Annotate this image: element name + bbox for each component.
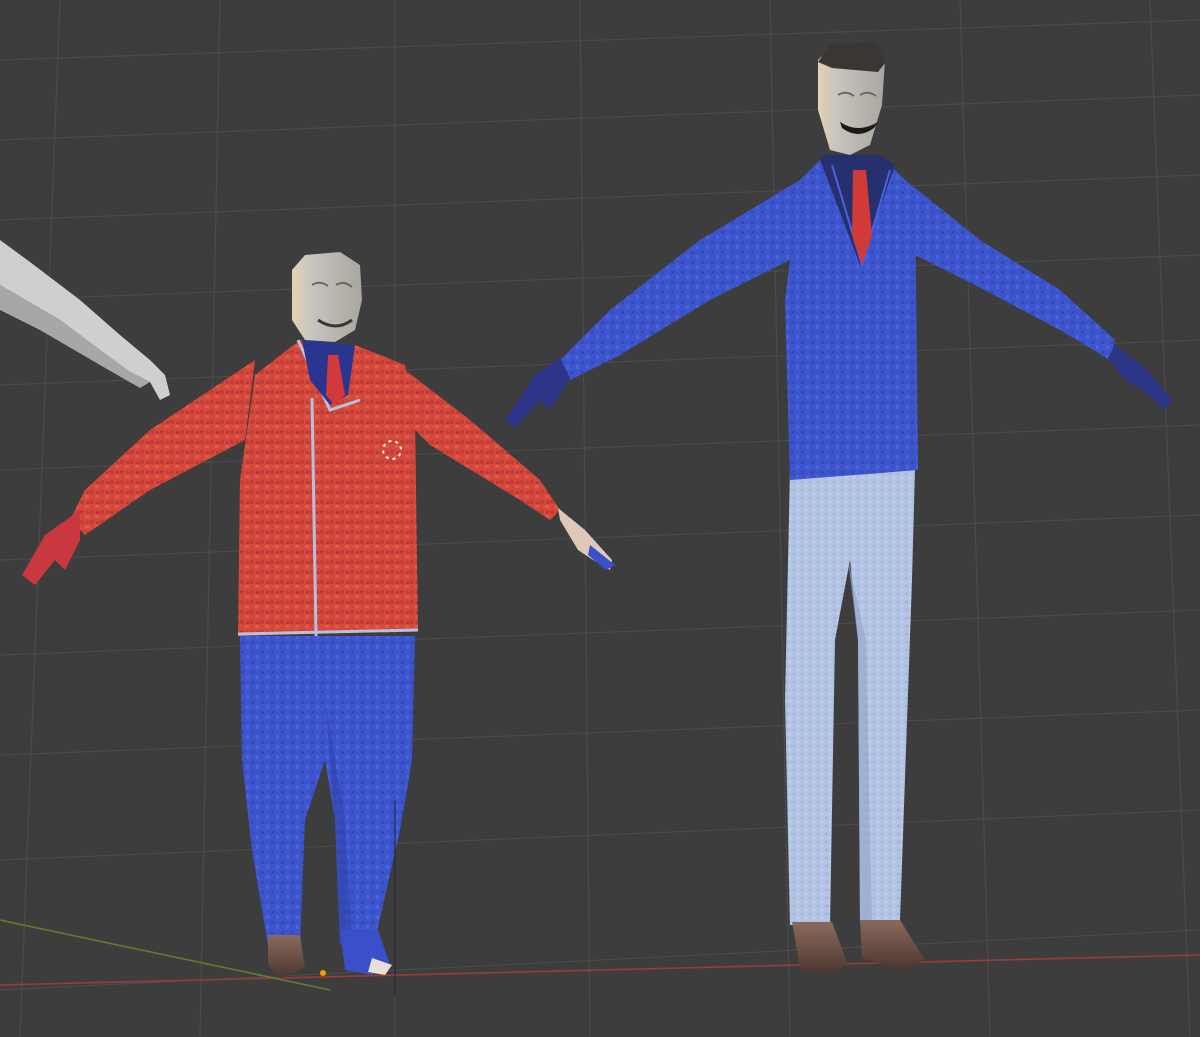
white-mannequin-arm: [0, 240, 170, 400]
floor-grid: [0, 0, 1200, 1037]
scene-canvas[interactable]: [0, 0, 1200, 1037]
3d-viewport[interactable]: [0, 0, 1200, 1037]
origin-point-icon: [320, 970, 326, 976]
